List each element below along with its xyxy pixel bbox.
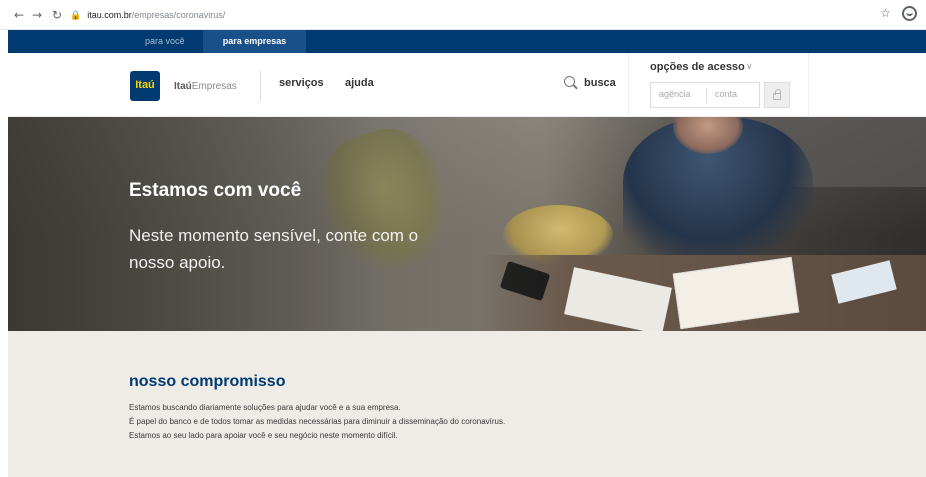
- hero-banner: Estamos com você Neste momento sensível,…: [8, 117, 926, 331]
- header-divider: [260, 71, 261, 101]
- site-header: Itaú ItaúEmpresas serviços ajuda busca o…: [8, 53, 926, 117]
- menu-servicos[interactable]: serviços: [279, 77, 324, 89]
- segment-para-voce[interactable]: para você: [145, 30, 185, 53]
- url-host: itau.com.br: [87, 10, 132, 20]
- conta-input[interactable]: conta: [715, 89, 737, 99]
- chevron-down-icon[interactable]: ∨: [746, 62, 753, 72]
- logo-text: Itaú: [135, 79, 155, 91]
- commitment-line: É papel do banco e de todos tomar as med…: [129, 417, 506, 426]
- commitment-title: nosso compromisso: [129, 373, 286, 390]
- hero-title: Estamos com você: [129, 180, 302, 201]
- forward-arrow-icon[interactable]: →: [30, 7, 44, 23]
- profile-icon[interactable]: [902, 6, 917, 21]
- search-icon[interactable]: [564, 76, 575, 87]
- reload-icon[interactable]: ↻: [50, 7, 64, 23]
- login-button[interactable]: [764, 82, 790, 108]
- commitment-section: nosso compromisso Estamos buscando diari…: [8, 331, 926, 477]
- itau-logo[interactable]: Itaú: [130, 71, 160, 101]
- segment-para-empresas[interactable]: para empresas: [203, 30, 306, 53]
- lock-icon: 🔒: [70, 10, 82, 20]
- segment-bar: para você para empresas: [8, 30, 926, 53]
- commitment-line: Estamos buscando diariamente soluções pa…: [129, 403, 401, 412]
- header-separator: [628, 53, 629, 117]
- brand-bold: Itaú: [174, 81, 192, 92]
- brand-name: ItaúEmpresas: [174, 81, 237, 92]
- address-bar[interactable]: 🔒 itau.com.br/empresas/coronavirus/: [70, 7, 225, 23]
- access-options-title[interactable]: opções de acesso: [650, 61, 745, 73]
- url-path: /empresas/coronavirus/: [131, 10, 226, 20]
- browser-toolbar: ← → ↻ 🔒 itau.com.br/empresas/coronavirus/…: [0, 0, 926, 30]
- brand-light: Empresas: [191, 81, 237, 92]
- search-button[interactable]: busca: [584, 77, 616, 89]
- star-icon[interactable]: ☆: [880, 6, 891, 20]
- menu-ajuda[interactable]: ajuda: [345, 77, 374, 89]
- login-fields: agência conta: [650, 82, 760, 108]
- lock-icon: [773, 89, 781, 100]
- field-divider: [706, 88, 707, 103]
- hero-subtitle: Neste momento sensível, conte com o noss…: [129, 226, 419, 272]
- agencia-input[interactable]: agência: [659, 89, 691, 99]
- commitment-line: Estamos ao seu lado para apoiar você e s…: [129, 431, 398, 440]
- back-arrow-icon[interactable]: ←: [12, 7, 26, 23]
- header-separator-right: [808, 53, 809, 117]
